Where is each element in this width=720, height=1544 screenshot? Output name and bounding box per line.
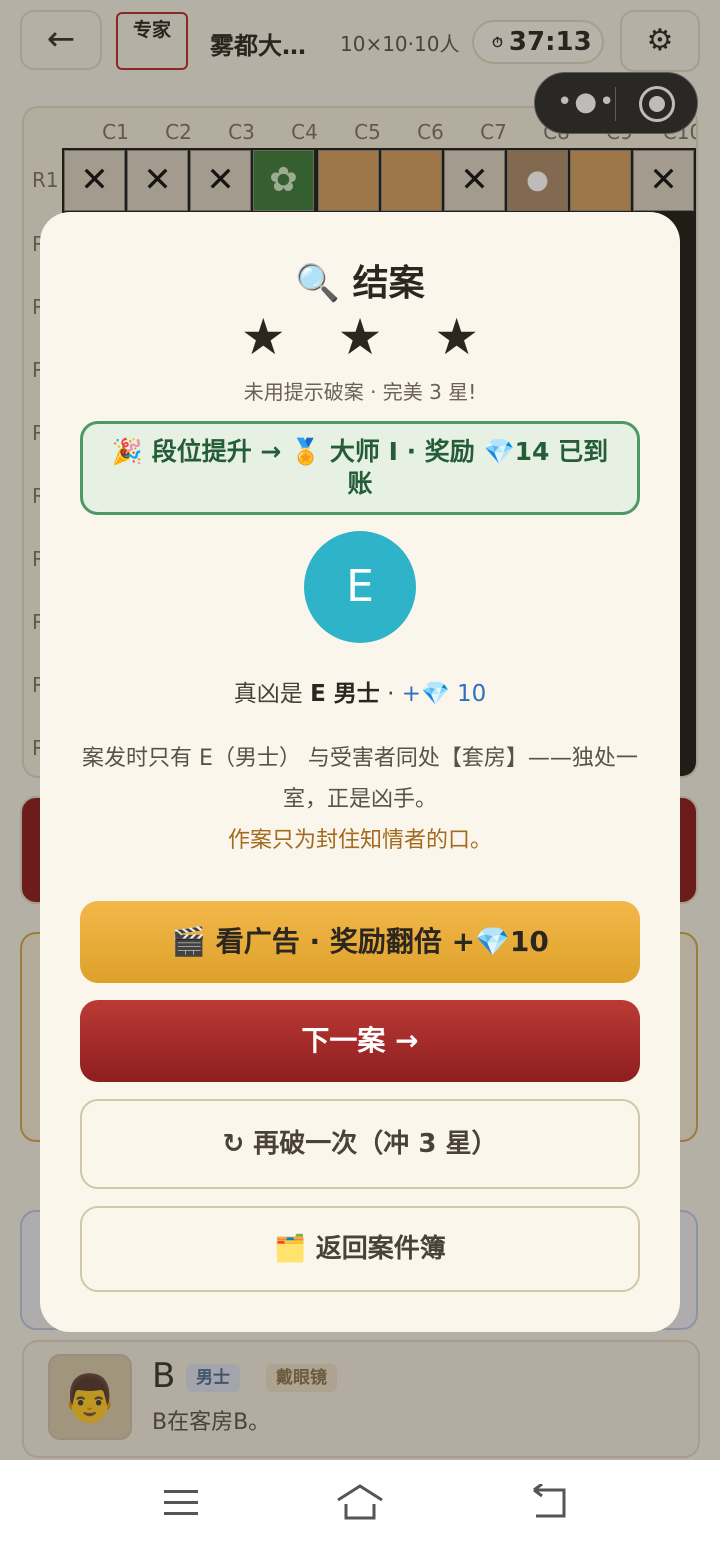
- culprit-separator: ·: [379, 681, 402, 707]
- next-case-button[interactable]: 下一案 →: [80, 1000, 640, 1082]
- home-icon[interactable]: [336, 1482, 384, 1522]
- menu-icon[interactable]: [164, 1490, 198, 1516]
- culprit-avatar: E: [304, 531, 416, 643]
- modal-title: 🔍 结案: [295, 263, 425, 304]
- back-to-casebook-button[interactable]: 🗂️ 返回案件簿: [80, 1206, 640, 1292]
- watch-ad-double-button[interactable]: 🎬 看广告 · 奖励翻倍 +💎10: [80, 901, 640, 983]
- case-explanation: 案发时只有 E（男士） 与受害者同处【套房】——独处一室，正是凶手。 作案只为封…: [80, 738, 640, 861]
- explanation-text: 案发时只有 E（男士） 与受害者同处【套房】——独处一室，正是凶手。: [82, 746, 638, 812]
- system-nav-bar: [0, 1460, 720, 1544]
- back-icon[interactable]: [530, 1484, 568, 1520]
- retry-button[interactable]: ↻ 再破一次（冲 3 星）: [80, 1099, 640, 1189]
- motive-text: 作案只为封住知情者的口。: [227, 828, 492, 853]
- case-closed-modal: 🔍 结案 ★ ★ ★ 未用提示破案 · 完美 3 星! 🎉 段位提升 → 🏅 大…: [40, 212, 680, 1332]
- perfect-note: 未用提示破案 · 完美 3 星!: [243, 380, 477, 404]
- culprit-prefix: 真凶是: [233, 681, 311, 707]
- star-rating: ★ ★ ★: [240, 308, 498, 366]
- rank-up-banner: 🎉 段位提升 → 🏅 大师 I · 奖励 💎14 已到账: [80, 421, 640, 515]
- culprit-name: E 男士: [310, 681, 380, 707]
- culprit-line: 真凶是 E 男士 · +💎 10: [40, 674, 680, 708]
- culprit-reward: +💎 10: [401, 681, 487, 707]
